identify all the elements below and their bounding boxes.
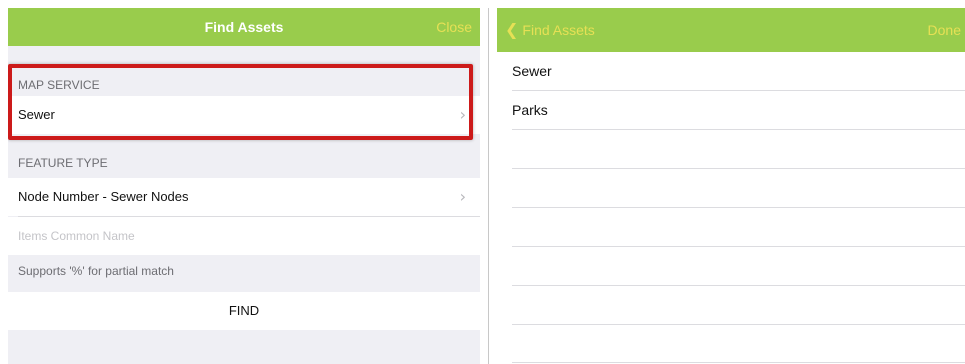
nav-bar: ❮ Find Assets Done [497, 8, 965, 52]
chevron-right-icon: › [459, 187, 466, 206]
map-service-picker-panel: ❮ Find Assets Done Sewer Parks [497, 8, 965, 364]
chevron-left-icon: ❮ [505, 20, 519, 39]
separator [512, 324, 965, 325]
feature-type-cell[interactable]: Node Number - Sewer Nodes › [8, 178, 480, 216]
find-assets-panel: Find Assets Close MAP SERVICE Sewer › FE… [8, 8, 480, 364]
separator [512, 129, 965, 130]
list-item-parks[interactable]: Parks [512, 91, 965, 130]
nav-title: Find Assets [204, 19, 284, 35]
separator [512, 362, 965, 363]
close-button[interactable]: Close [436, 8, 472, 46]
separator [512, 246, 965, 247]
feature-type-header: FEATURE TYPE [18, 156, 108, 170]
highlight-box [8, 64, 473, 140]
separator [512, 285, 965, 286]
separator [512, 207, 965, 208]
search-input[interactable]: Items Common Name [8, 217, 480, 255]
partial-match-hint: Supports '%' for partial match [18, 264, 174, 278]
list-item-sewer[interactable]: Sewer [512, 52, 965, 91]
nav-bar: Find Assets Close [8, 8, 480, 46]
back-button[interactable]: ❮ Find Assets [505, 8, 595, 52]
done-button[interactable]: Done [928, 8, 961, 52]
find-button[interactable]: FIND [8, 292, 480, 330]
separator [512, 168, 965, 169]
panel-divider [488, 8, 489, 364]
back-label: Find Assets [522, 22, 595, 38]
feature-type-value: Node Number - Sewer Nodes [18, 189, 189, 204]
